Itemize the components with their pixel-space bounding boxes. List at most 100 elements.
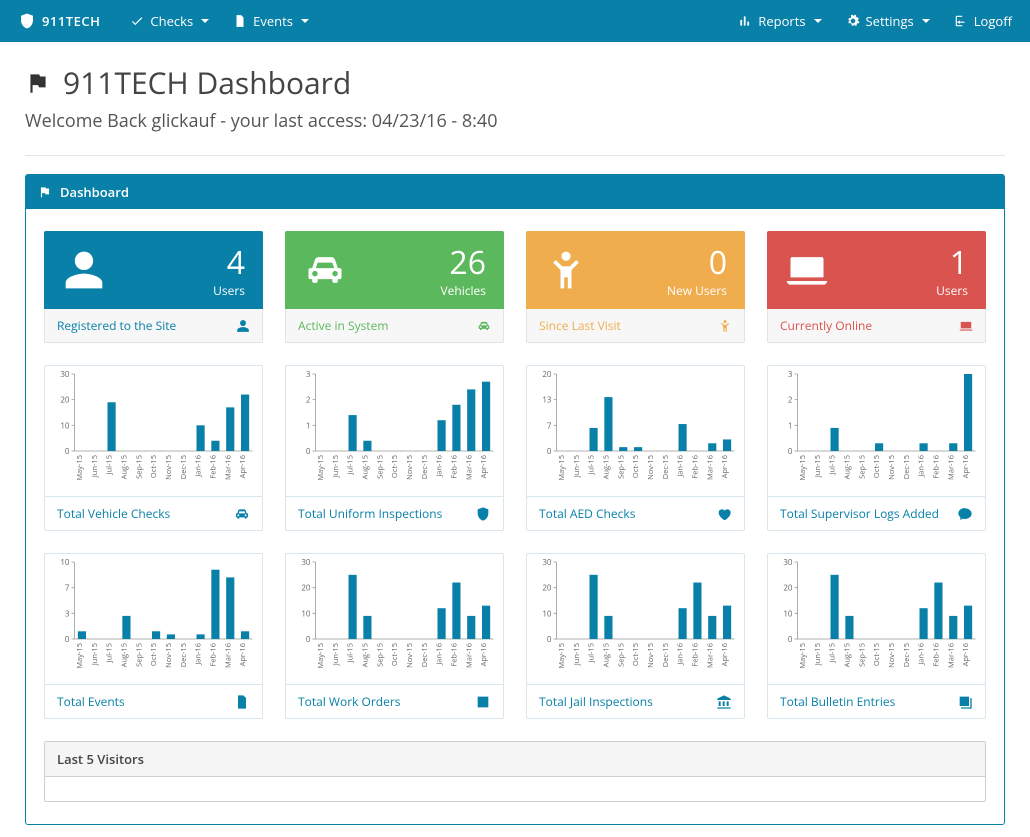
brand-text: 911TECH — [42, 12, 100, 30]
user-icon — [62, 248, 106, 292]
chart-uniform[interactable]: 0123May-15Jun-15Jul-15Aug-15Sep-15Oct-15… — [285, 365, 504, 531]
chevron-down-icon — [301, 19, 309, 23]
svg-text:Sep-15: Sep-15 — [616, 643, 626, 667]
svg-text:Jan-16: Jan-16 — [676, 455, 686, 478]
svg-text:Sep-15: Sep-15 — [375, 643, 385, 667]
svg-text:Feb-16: Feb-16 — [449, 455, 459, 479]
svg-text:0: 0 — [547, 634, 552, 645]
svg-text:0: 0 — [788, 634, 793, 645]
i-heart-icon — [716, 506, 732, 522]
car-icon — [477, 319, 491, 333]
svg-text:Dec-15: Dec-15 — [179, 643, 189, 667]
svg-text:Nov-15: Nov-15 — [887, 643, 897, 668]
chevron-down-icon — [814, 19, 822, 23]
nav-logoff[interactable]: Logoff — [954, 12, 1012, 30]
svg-text:Oct-15: Oct-15 — [149, 643, 159, 666]
i-bank-icon — [716, 694, 732, 710]
svg-text:1: 1 — [788, 420, 793, 431]
chart-vehicle_checks[interactable]: 0102030May-15Jun-15Jul-15Aug-15Sep-15Oct… — [44, 365, 263, 531]
svg-text:May-15: May-15 — [316, 455, 326, 481]
nav-settings[interactable]: Settings — [846, 12, 930, 30]
nav-events[interactable]: Events — [233, 12, 309, 30]
svg-text:Nov-15: Nov-15 — [405, 643, 415, 668]
chart-events[interactable]: 03710May-15Jun-15Jul-15Aug-15Sep-15Oct-1… — [44, 553, 263, 719]
chart-aed[interactable]: 071320May-15Jun-15Jul-15Aug-15Sep-15Oct-… — [526, 365, 745, 531]
svg-text:0: 0 — [306, 446, 311, 457]
svg-text:Apr-16: Apr-16 — [238, 643, 248, 666]
i-shield-icon — [475, 506, 491, 522]
svg-text:Sep-15: Sep-15 — [134, 455, 144, 479]
stat-vehicles[interactable]: 26Vehicles Active in System — [285, 231, 504, 343]
svg-text:30: 30 — [60, 369, 70, 380]
svg-text:Mar-16: Mar-16 — [223, 455, 233, 480]
svg-text:10: 10 — [60, 420, 70, 431]
svg-text:Jun-15: Jun-15 — [90, 455, 100, 478]
svg-text:Oct-15: Oct-15 — [631, 455, 641, 478]
nav-reports[interactable]: Reports — [738, 12, 821, 30]
svg-text:Nov-15: Nov-15 — [646, 643, 656, 668]
svg-text:May-15: May-15 — [75, 643, 85, 669]
svg-text:Sep-15: Sep-15 — [857, 643, 867, 667]
svg-text:Dec-15: Dec-15 — [420, 455, 430, 479]
chart-jail[interactable]: 0102030May-15Jun-15Jul-15Aug-15Sep-15Oct… — [526, 553, 745, 719]
chevron-down-icon — [922, 19, 930, 23]
svg-text:Aug-15: Aug-15 — [360, 643, 370, 667]
svg-text:Feb-16: Feb-16 — [690, 455, 700, 479]
svg-text:Sep-15: Sep-15 — [134, 643, 144, 667]
svg-text:0: 0 — [547, 446, 552, 457]
i-news-icon — [957, 694, 973, 710]
svg-text:Aug-15: Aug-15 — [360, 455, 370, 479]
svg-text:Mar-16: Mar-16 — [464, 643, 474, 668]
svg-text:10: 10 — [301, 608, 311, 619]
svg-text:Jan-16: Jan-16 — [194, 643, 204, 666]
svg-text:10: 10 — [60, 557, 70, 568]
bars-icon — [738, 14, 752, 28]
svg-text:Oct-15: Oct-15 — [872, 643, 882, 666]
svg-text:Feb-16: Feb-16 — [690, 643, 700, 667]
logout-icon — [954, 14, 968, 28]
svg-text:2: 2 — [788, 395, 793, 406]
svg-text:10: 10 — [542, 608, 552, 619]
svg-text:Aug-15: Aug-15 — [842, 643, 852, 667]
svg-text:20: 20 — [542, 583, 552, 594]
chart-supervisor[interactable]: 0123May-15Jun-15Jul-15Aug-15Sep-15Oct-15… — [767, 365, 986, 531]
chart-title: Total Vehicle Checks — [57, 505, 170, 522]
svg-text:Nov-15: Nov-15 — [405, 455, 415, 480]
shield-icon — [18, 12, 36, 30]
svg-text:Jun-15: Jun-15 — [331, 455, 341, 478]
svg-text:Jul-15: Jul-15 — [587, 455, 597, 476]
stat-users[interactable]: 4Users Registered to the Site — [44, 231, 263, 343]
brand[interactable]: 911TECH — [18, 12, 100, 30]
stat-newusers[interactable]: 0New Users Since Last Visit — [526, 231, 745, 343]
svg-text:Dec-15: Dec-15 — [902, 455, 912, 479]
svg-text:Oct-15: Oct-15 — [872, 455, 882, 478]
svg-text:Mar-16: Mar-16 — [705, 643, 715, 668]
svg-text:0: 0 — [65, 446, 70, 457]
svg-text:Apr-16: Apr-16 — [238, 455, 248, 478]
svg-text:Aug-15: Aug-15 — [842, 455, 852, 479]
svg-text:May-15: May-15 — [75, 455, 85, 481]
chart-workorders[interactable]: 0102030May-15Jun-15Jul-15Aug-15Sep-15Oct… — [285, 553, 504, 719]
chart-title: Total Uniform Inspections — [298, 505, 442, 522]
chart-title: Total Supervisor Logs Added — [780, 505, 939, 522]
panel-header: Dashboard — [26, 175, 1004, 209]
svg-text:Jun-15: Jun-15 — [813, 455, 823, 478]
i-checksq-icon — [475, 694, 491, 710]
gear-icon — [846, 14, 860, 28]
svg-text:Nov-15: Nov-15 — [887, 455, 897, 480]
stat-row: 4Users Registered to the Site 26Vehicles… — [44, 231, 986, 343]
dashboard-panel: Dashboard 4Users Registered to the Site … — [25, 174, 1005, 825]
svg-text:13: 13 — [542, 395, 552, 406]
svg-text:20: 20 — [783, 583, 793, 594]
svg-text:Oct-15: Oct-15 — [631, 643, 641, 666]
svg-text:10: 10 — [783, 608, 793, 619]
svg-text:Jul-15: Jul-15 — [828, 643, 838, 664]
visitors-header: Last 5 Visitors — [45, 742, 985, 777]
chart-title: Total Bulletin Entries — [780, 693, 895, 710]
nav-checks[interactable]: Checks — [130, 12, 209, 30]
svg-text:Dec-15: Dec-15 — [661, 643, 671, 667]
svg-text:Jan-16: Jan-16 — [194, 455, 204, 478]
chart-bulletin[interactable]: 0102030May-15Jun-15Jul-15Aug-15Sep-15Oct… — [767, 553, 986, 719]
stat-online[interactable]: 1Users Currently Online — [767, 231, 986, 343]
svg-text:Nov-15: Nov-15 — [646, 455, 656, 480]
